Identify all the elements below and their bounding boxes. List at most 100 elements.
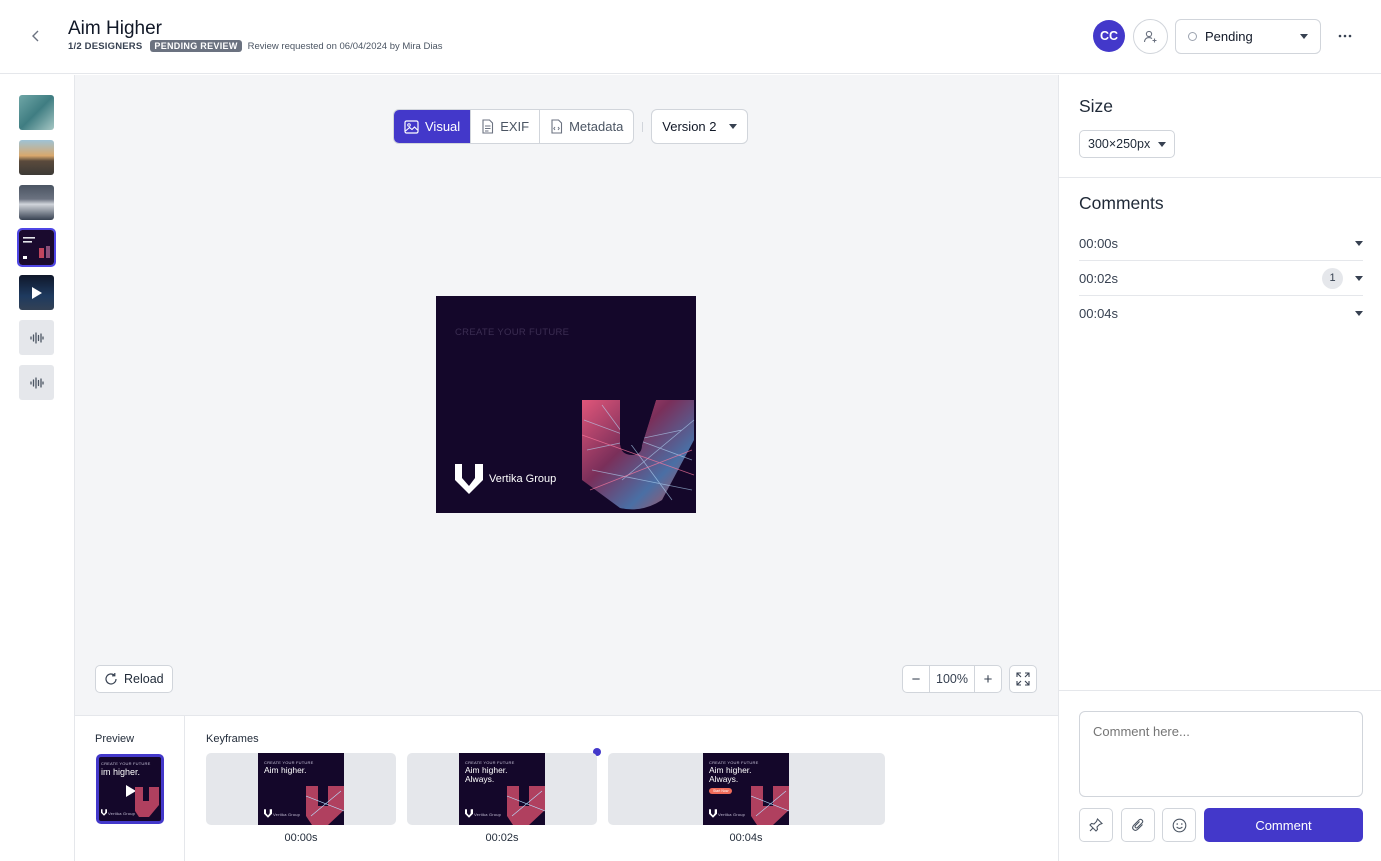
keyframes-label: Keyframes <box>206 733 259 745</box>
light-trail-u-graphic <box>306 786 344 825</box>
smiley-icon <box>1172 818 1186 832</box>
preview-headline: im higher. <box>101 767 141 777</box>
timeline-panel: Preview CREATE YOUR FUTURE im higher. Ve… <box>75 715 1058 861</box>
caret-down-icon <box>1355 275 1363 281</box>
details-panel: Size 300×250px Comments 00:00s 00:02s 1 … <box>1058 75 1381 861</box>
zoom-out-button[interactable]: − <box>903 666 929 692</box>
toolbar-divider <box>642 121 644 132</box>
version-dropdown[interactable]: Version 2 <box>651 109 748 144</box>
light-trail-u-graphic <box>751 786 789 825</box>
comment-group-1[interactable]: 00:02s 1 <box>1079 261 1363 296</box>
preview-brand: Vertika Group <box>108 811 136 816</box>
attach-button[interactable] <box>1121 808 1155 842</box>
back-button[interactable] <box>26 26 46 46</box>
vertika-logo-icon <box>264 809 272 818</box>
designers-count: 1/2 DESIGNERS <box>68 40 143 52</box>
size-heading: Size <box>1079 96 1114 116</box>
keyframe-banner: CREATE YOUR FUTURE Aim higher. Always. V… <box>459 753 545 825</box>
keyframe-0[interactable]: CREATE YOUR FUTURE Aim higher. Vertika G… <box>206 753 396 825</box>
asset-thumbnail-2[interactable] <box>19 140 54 175</box>
reload-label: Reload <box>124 672 164 686</box>
vertika-logo-icon <box>709 809 717 818</box>
vertika-logo-icon <box>465 809 473 818</box>
comment-input[interactable] <box>1079 711 1363 797</box>
review-info-row: 1/2 DESIGNERS PENDING REVIEW Review requ… <box>68 40 443 52</box>
more-options-button[interactable] <box>1334 26 1356 46</box>
chevron-left-icon <box>32 30 39 42</box>
keyframe-2[interactable]: CREATE YOUR FUTURE Aim higher. Always. S… <box>608 753 885 825</box>
asset-thumbnail-7[interactable] <box>19 365 54 400</box>
asset-thumbnail-4[interactable] <box>17 228 56 267</box>
tab-metadata-label: Metadata <box>569 119 624 134</box>
keyframe-headline: Aim higher. <box>264 765 307 775</box>
keyframe-time: 00:04s <box>729 832 763 844</box>
keyframe-time: 00:02s <box>485 832 519 844</box>
ellipsis-icon <box>1338 34 1352 38</box>
pin-icon <box>1089 818 1103 832</box>
pin-button[interactable] <box>1079 808 1113 842</box>
tab-exif-label: EXIF <box>500 119 530 134</box>
page-title: Aim Higher <box>68 18 162 39</box>
caret-down-icon <box>1158 141 1167 147</box>
size-value: 300×250px <box>1088 137 1151 151</box>
tab-visual[interactable]: Visual <box>394 110 472 143</box>
emoji-button[interactable] <box>1162 808 1196 842</box>
version-value: Version 2 <box>662 119 717 134</box>
preview-label: Preview <box>95 733 135 745</box>
keyframe-headline: Aim higher. Always. <box>709 765 752 784</box>
image-icon <box>404 119 419 134</box>
banner-tagline: CREATE YOUR FUTURE <box>455 327 570 338</box>
audio-waveform-icon <box>29 376 44 389</box>
canvas-area: Visual EXIF Metadata Version 2 CREATE YO… <box>75 75 1058 715</box>
comment-count-badge: 1 <box>1322 267 1343 289</box>
avatar[interactable]: CC <box>1093 20 1125 52</box>
comment-group-2[interactable]: 00:04s <box>1079 296 1363 331</box>
expand-icon <box>1016 672 1030 686</box>
asset-thumbnail-1[interactable] <box>19 95 54 130</box>
comment-group-time: 00:00s <box>1079 235 1119 251</box>
comments-heading: Comments <box>1079 193 1164 213</box>
asset-thumbnail-6[interactable] <box>19 320 54 355</box>
zoom-control: − 100% + <box>902 665 1002 693</box>
preview-thumbnail[interactable]: CREATE YOUR FUTURE im higher. Vertika Gr… <box>96 754 164 824</box>
tab-exif[interactable]: EXIF <box>471 110 541 143</box>
reload-button[interactable]: Reload <box>95 665 173 693</box>
add-reviewer-button[interactable] <box>1133 19 1168 54</box>
tab-metadata[interactable]: Metadata <box>540 110 633 143</box>
zoom-in-button[interactable]: + <box>975 666 1001 692</box>
document-icon <box>482 119 494 134</box>
size-dropdown[interactable]: 300×250px <box>1079 130 1176 158</box>
status-badge: PENDING REVIEW <box>150 40 242 52</box>
paperclip-icon <box>1132 818 1144 831</box>
section-divider <box>1059 690 1381 691</box>
vertika-logo-icon <box>455 464 483 494</box>
asset-thumbnail-3[interactable] <box>19 185 54 220</box>
banner-brand-name: Vertika Group <box>489 473 557 485</box>
keyframe-brand: Vertika Group <box>474 812 502 817</box>
banner-preview: CREATE YOUR FUTURE Vertika Group <box>436 296 696 513</box>
status-dot-icon <box>1188 32 1197 41</box>
play-icon <box>31 286 42 299</box>
view-toolbar: Visual EXIF Metadata Version 2 <box>393 109 748 144</box>
keyframe-brand: Vertika Group <box>273 812 301 817</box>
section-divider <box>1059 177 1381 178</box>
fullscreen-button[interactable] <box>1009 665 1037 693</box>
keyframe-1[interactable]: CREATE YOUR FUTURE Aim higher. Always. V… <box>407 753 597 825</box>
keyframe-brand: Vertika Group <box>718 812 746 817</box>
code-file-icon <box>551 119 563 134</box>
audio-waveform-icon <box>29 331 44 344</box>
refresh-icon <box>105 673 117 685</box>
asset-thumbnail-5[interactable] <box>19 275 54 310</box>
zoom-level: 100% <box>929 666 975 692</box>
caret-down-icon <box>1300 34 1308 39</box>
status-dropdown[interactable]: Pending <box>1175 19 1321 54</box>
header-bar: Aim Higher 1/2 DESIGNERS PENDING REVIEW … <box>0 0 1381 74</box>
banner-logo: Vertika Group <box>455 464 556 494</box>
comment-group-0[interactable]: 00:00s <box>1079 226 1363 261</box>
vertika-logo-icon <box>101 809 107 816</box>
comment-submit-button[interactable]: Comment <box>1204 808 1363 842</box>
light-trail-u-graphic <box>582 400 695 510</box>
banner-thumbnail-icon <box>23 237 50 259</box>
caret-down-icon <box>728 124 737 129</box>
tab-visual-label: Visual <box>425 119 461 134</box>
